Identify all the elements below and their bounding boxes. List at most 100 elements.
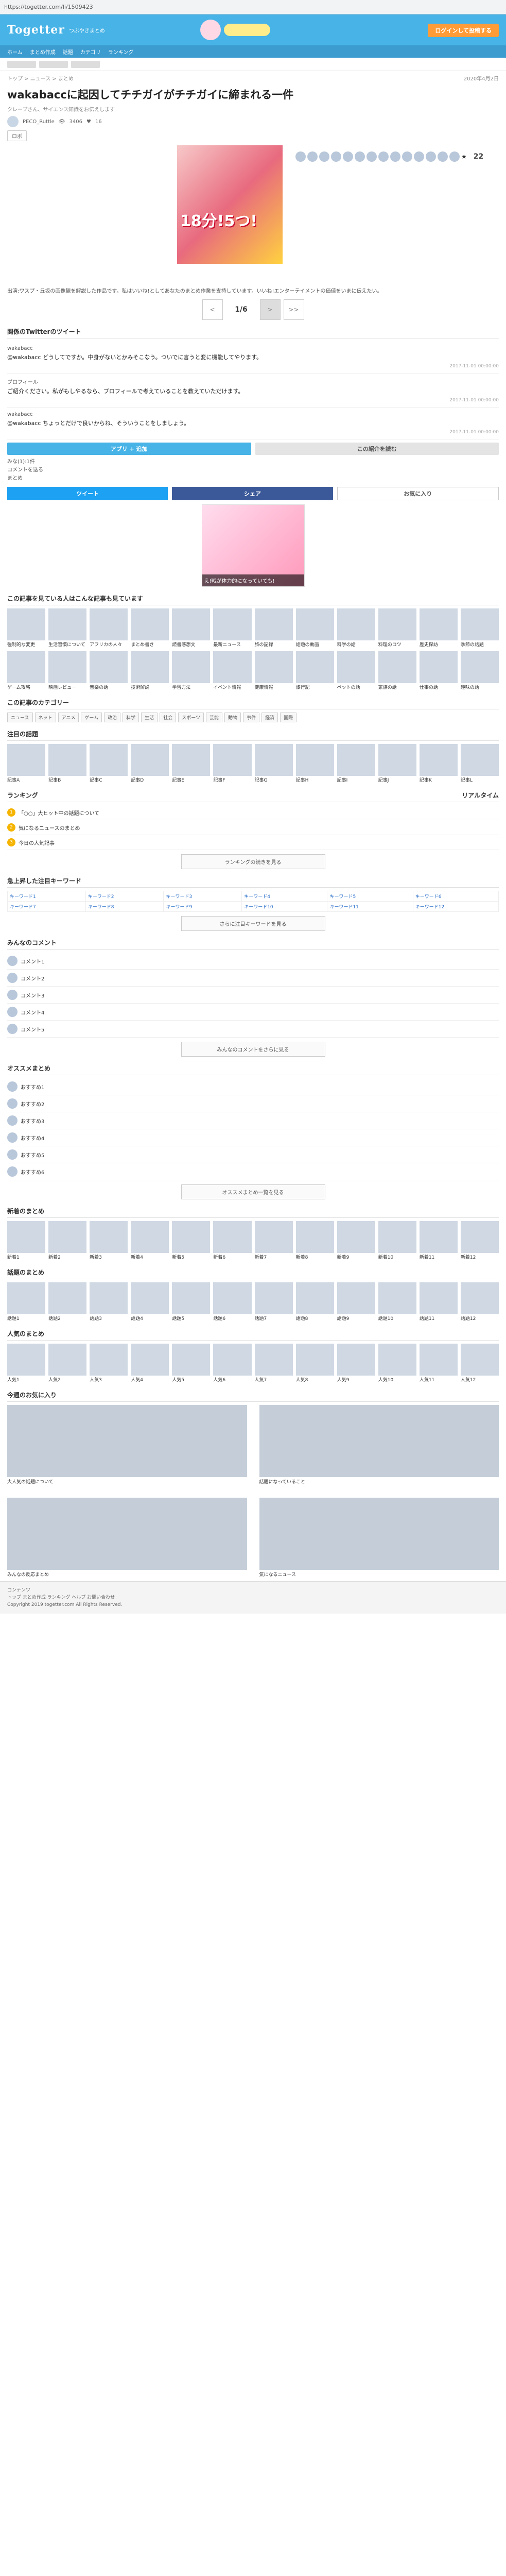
featured-card[interactable]: 話題になっていること: [259, 1405, 499, 1485]
card-title[interactable]: 記事J: [378, 777, 416, 784]
thumbnail-image[interactable]: [460, 1344, 499, 1376]
thumbnail-image[interactable]: [295, 1282, 334, 1314]
thumbnail-image[interactable]: [460, 651, 499, 683]
liker-avatar[interactable]: [378, 151, 389, 162]
card-title[interactable]: 記事D: [131, 777, 169, 784]
hot-card[interactable]: 話題6: [213, 1282, 252, 1322]
new-card[interactable]: 新着1: [7, 1221, 46, 1261]
card-title[interactable]: 記事K: [420, 777, 458, 784]
thumbnail-image[interactable]: [254, 1344, 293, 1376]
popular-card[interactable]: 記事F: [213, 744, 252, 784]
recommend-item[interactable]: おすすめ6: [7, 1163, 499, 1180]
card-title[interactable]: 記事I: [337, 777, 375, 784]
thumbnail-image[interactable]: [213, 1221, 252, 1253]
new-card[interactable]: 新着5: [172, 1221, 211, 1261]
related-card[interactable]: 家族の話: [378, 651, 416, 691]
related-card[interactable]: 趣味の話: [460, 651, 499, 691]
new-card[interactable]: 新着11: [419, 1221, 458, 1261]
card-title[interactable]: 新着10: [378, 1255, 416, 1261]
thumbnail-image[interactable]: [213, 1344, 252, 1376]
avatar[interactable]: [7, 973, 18, 983]
category-chip[interactable]: ニュース: [7, 713, 33, 722]
hot-card[interactable]: 話題7: [254, 1282, 293, 1322]
comment-item-text[interactable]: コメント2: [21, 974, 44, 982]
related-card[interactable]: 映画レビュー: [48, 651, 87, 691]
thumbnail-image[interactable]: [295, 608, 334, 640]
card-title[interactable]: 記事L: [461, 777, 499, 784]
thumbnail-image[interactable]: [90, 608, 128, 640]
card-title[interactable]: 仕事の話: [420, 685, 458, 691]
thumbnail-image[interactable]: [48, 744, 87, 776]
card-title[interactable]: 科学の話: [337, 642, 375, 648]
liker-avatar[interactable]: [355, 151, 365, 162]
nav-home[interactable]: ホーム: [7, 48, 23, 56]
thumbnail-image[interactable]: [48, 1221, 87, 1253]
card-title[interactable]: 新着6: [213, 1255, 251, 1261]
avatar[interactable]: [7, 1098, 18, 1109]
thumbnail-image[interactable]: [7, 744, 46, 776]
thumbnail-image[interactable]: [213, 608, 252, 640]
nav-topics[interactable]: 話題: [63, 48, 73, 56]
popular-card[interactable]: 記事K: [419, 744, 458, 784]
card-title[interactable]: 人気1: [7, 1377, 45, 1383]
follow-button[interactable]: アプリ + 追加: [7, 443, 251, 455]
popular-card[interactable]: 記事A: [7, 744, 46, 784]
popular-card[interactable]: 記事L: [460, 744, 499, 784]
thumbnail-image[interactable]: [131, 744, 169, 776]
liker-avatar[interactable]: [390, 151, 400, 162]
thumbnail-image[interactable]: [7, 1282, 46, 1314]
related-card[interactable]: まとめ書き: [131, 608, 169, 648]
keyword-link[interactable]: キーワード5: [327, 891, 413, 902]
ranking-more-button[interactable]: ランキングの続きを見る: [181, 854, 325, 869]
prev-page-button[interactable]: <: [202, 299, 223, 320]
popular-card[interactable]: 記事E: [172, 744, 211, 784]
category-chip[interactable]: 芸能: [206, 713, 223, 722]
card-title[interactable]: 新着2: [48, 1255, 86, 1261]
thumbnail-image[interactable]: [48, 1344, 87, 1376]
thumbnail-image[interactable]: [254, 1221, 293, 1253]
liker-avatar[interactable]: [319, 151, 329, 162]
liker-avatar[interactable]: [449, 151, 460, 162]
trend-card[interactable]: 人気6: [213, 1344, 252, 1383]
liker-avatar[interactable]: [426, 151, 436, 162]
card-title[interactable]: 人気10: [378, 1377, 416, 1383]
thumbnail-image[interactable]: [172, 1282, 211, 1314]
card-title[interactable]: 新着11: [420, 1255, 458, 1261]
featured-card[interactable]: 気になるニュース: [259, 1498, 499, 1578]
hot-card[interactable]: 話題9: [337, 1282, 375, 1322]
card-title[interactable]: 生活習慣について: [48, 642, 86, 648]
avatar[interactable]: [7, 1149, 18, 1160]
thumbnail-image[interactable]: [254, 1282, 293, 1314]
featured-title[interactable]: 気になるニュース: [259, 1572, 499, 1578]
card-title[interactable]: 新着1: [7, 1255, 45, 1261]
thumbnail-image[interactable]: [213, 651, 252, 683]
recommend-item[interactable]: おすすめ3: [7, 1112, 499, 1129]
tag-chip[interactable]: ロボ: [7, 130, 27, 141]
keyword-link[interactable]: キーワード4: [241, 891, 328, 902]
thumbnail-image[interactable]: [337, 1221, 375, 1253]
thumbnail-image[interactable]: [7, 1221, 46, 1253]
popular-card[interactable]: 記事D: [131, 744, 169, 784]
recommend-item[interactable]: おすすめ4: [7, 1129, 499, 1146]
thumbnail-image[interactable]: [295, 1221, 334, 1253]
card-title[interactable]: 新着8: [296, 1255, 334, 1261]
card-title[interactable]: 映画レビュー: [48, 685, 86, 691]
tweet-date[interactable]: 2017-11-01 00:00:00: [7, 398, 499, 403]
thumbnail-image[interactable]: [90, 1282, 128, 1314]
liker-avatar[interactable]: [295, 151, 306, 162]
nav-ranking[interactable]: ランキング: [108, 48, 134, 56]
trend-card[interactable]: 人気3: [90, 1344, 128, 1383]
category-chip[interactable]: スポーツ: [178, 713, 204, 722]
card-title[interactable]: 記事F: [213, 777, 251, 784]
last-page-button[interactable]: >>: [283, 299, 304, 320]
nav-chip[interactable]: [7, 60, 36, 68]
hot-card[interactable]: 話題1: [7, 1282, 46, 1322]
featured-title[interactable]: みんなの反応まとめ: [7, 1572, 247, 1578]
card-title[interactable]: 人気4: [131, 1377, 169, 1383]
hot-card[interactable]: 話題4: [131, 1282, 169, 1322]
related-card[interactable]: 仕事の話: [419, 651, 458, 691]
card-title[interactable]: 料理のコツ: [378, 642, 416, 648]
star-icon[interactable]: ★: [461, 153, 467, 160]
category-chip[interactable]: 動物: [224, 713, 241, 722]
related-card[interactable]: 歴史探訪: [419, 608, 458, 648]
